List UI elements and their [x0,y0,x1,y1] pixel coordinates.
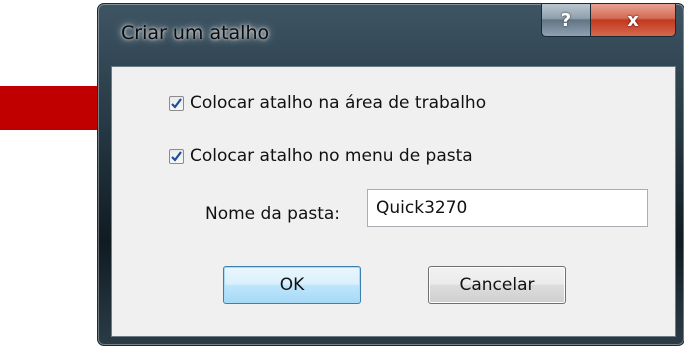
checkmark-icon [171,150,182,162]
dialog-title: Criar um atalho [121,22,270,44]
folder-name-label: Nome da pasta: [205,204,341,224]
desktop-shortcut-label: Colocar atalho na área de trabalho [190,93,487,113]
caption-buttons: ? x [541,4,676,38]
folder-shortcut-option[interactable]: Colocar atalho no menu de pasta [169,146,473,166]
ok-button[interactable]: OK [223,266,361,304]
folder-shortcut-checkbox[interactable] [169,148,184,164]
dialog-content: Colocar atalho na área de trabalho Coloc… [111,66,676,337]
help-button[interactable]: ? [541,4,591,37]
help-icon: ? [560,9,572,31]
desktop-shortcut-checkbox[interactable] [169,95,184,111]
dialog-window: Criar um atalho ? x Colocar atalho na ár… [97,3,684,346]
close-button[interactable]: x [591,4,676,37]
folder-shortcut-label: Colocar atalho no menu de pasta [190,146,473,166]
cancel-button[interactable]: Cancelar [428,266,566,304]
checkmark-icon [171,97,182,109]
folder-name-input[interactable] [367,189,648,227]
close-icon: x [627,9,639,31]
desktop-shortcut-option[interactable]: Colocar atalho na área de trabalho [169,93,486,113]
